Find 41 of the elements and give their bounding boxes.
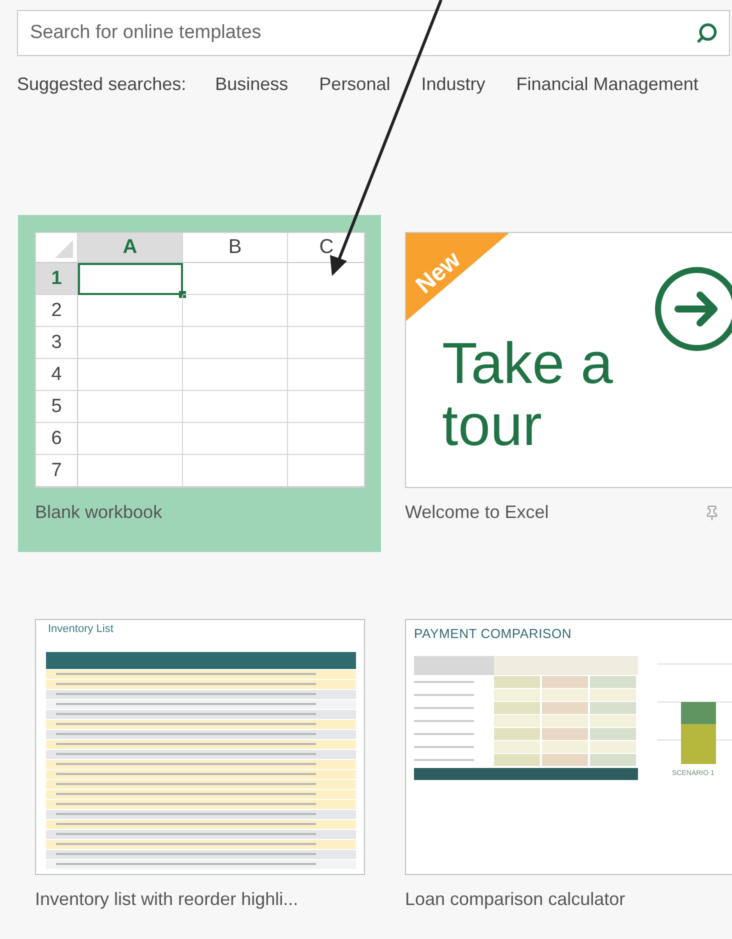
suggested-search-link[interactable]: Financial Management	[516, 74, 698, 95]
sheet-cell[interactable]	[183, 391, 288, 423]
suggested-searches-label: Suggested searches:	[17, 74, 186, 95]
sheet-cell[interactable]	[183, 423, 288, 455]
column-header[interactable]: B	[183, 233, 288, 263]
template-name: Welcome to Excel	[405, 502, 549, 523]
row-header[interactable]: 4	[36, 359, 78, 391]
suggested-search-link[interactable]: Industry	[421, 74, 486, 95]
sheet-cell[interactable]	[78, 359, 183, 391]
sheet-cell[interactable]	[183, 295, 288, 327]
suggested-search-link[interactable]: Personal	[319, 74, 390, 95]
suggested-search-link[interactable]: Business	[215, 74, 288, 95]
column-header[interactable]: A	[78, 233, 183, 263]
template-name: Blank workbook	[35, 502, 162, 523]
row-header[interactable]: 3	[36, 327, 78, 359]
select-all-corner[interactable]	[36, 233, 78, 263]
row-header[interactable]: 2	[36, 295, 78, 327]
row-header[interactable]: 6	[36, 423, 78, 455]
search-icon[interactable]	[696, 22, 718, 44]
sheet-title: Inventory List	[48, 623, 114, 635]
sheet-cell[interactable]	[78, 423, 183, 455]
selected-cell[interactable]	[78, 263, 183, 295]
template-name: Inventory list with reorder highli...	[35, 889, 298, 910]
search-field[interactable]: Search for online templates	[17, 10, 730, 56]
sheet-cell[interactable]	[78, 327, 183, 359]
sheet-cell[interactable]	[78, 391, 183, 423]
pin-icon[interactable]	[704, 504, 720, 520]
sheet-cell[interactable]	[78, 295, 183, 327]
row-header[interactable]: 1	[36, 263, 78, 295]
row-header[interactable]: 5	[36, 391, 78, 423]
sheet-cell[interactable]	[183, 455, 288, 487]
template-tile[interactable]: Inventory List Inventory list with reorder highli...	[18, 602, 381, 939]
tour-heading: Take a tour	[442, 333, 613, 457]
sheet-cell[interactable]	[78, 455, 183, 487]
sheet-cell[interactable]	[183, 327, 288, 359]
sheet-cell[interactable]	[183, 263, 288, 295]
template-tile[interactable]: A B C 1 2 3 4 5 6 7 Blank workbook	[18, 215, 381, 552]
sheet-cell[interactable]	[183, 359, 288, 391]
row-header[interactable]: 7	[36, 455, 78, 487]
sheet-title: PAYMENT COMPARISON	[414, 626, 572, 641]
template-name: Loan comparison calculator	[405, 889, 626, 910]
